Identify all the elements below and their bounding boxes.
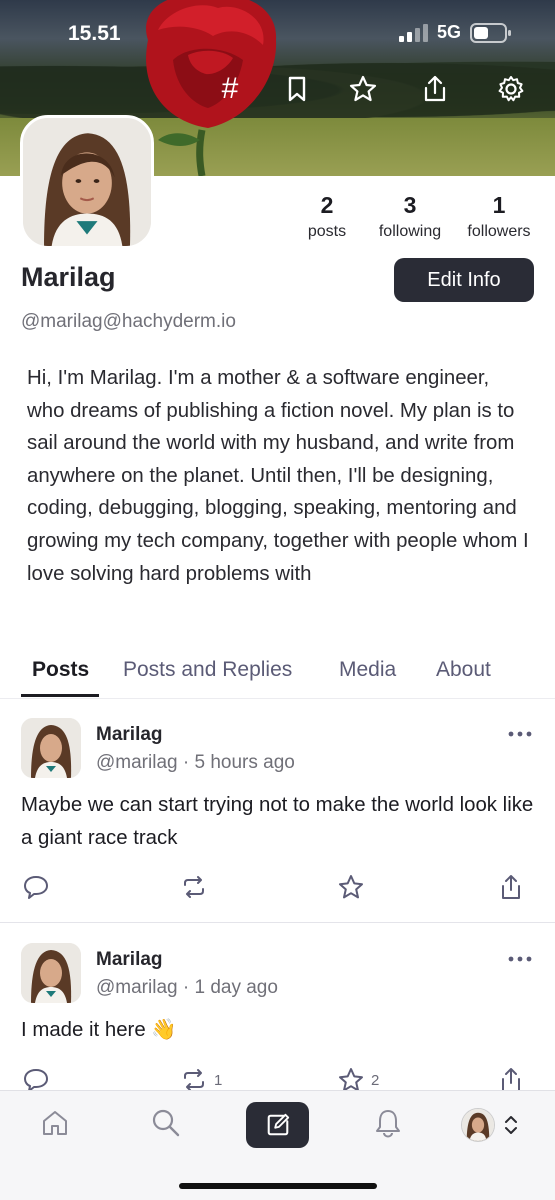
post-author-name[interactable]: Marilag: [96, 724, 163, 746]
following-count-label: following: [378, 223, 442, 240]
chevron-up-down-icon[interactable]: [503, 1113, 519, 1137]
favourite-count: 2: [371, 1071, 380, 1089]
tab-posts[interactable]: Posts: [32, 658, 89, 682]
share-icon: [502, 875, 520, 899]
home-indicator: [179, 1183, 377, 1189]
followers-count-label: followers: [467, 223, 531, 240]
star-icon: [339, 875, 363, 899]
tab-posts-and-replies[interactable]: Posts and Replies: [123, 658, 292, 682]
status-time: 15.51: [68, 22, 121, 45]
post-avatar[interactable]: [21, 943, 81, 1003]
posts-count-label: posts: [307, 223, 347, 240]
tab-media[interactable]: Media: [339, 658, 396, 682]
profile-tabs: Posts Posts and Replies Media About: [0, 648, 555, 700]
post-author-name[interactable]: Marilag: [96, 949, 163, 971]
post-meta: @marilag · 1 day ago: [96, 977, 278, 998]
post-avatar[interactable]: [21, 718, 81, 778]
profile-avatar[interactable]: [20, 115, 154, 249]
display-name: Marilag: [21, 262, 116, 292]
following-count[interactable]: 3 following: [372, 192, 448, 241]
post-content: Maybe we can start trying not to make th…: [21, 794, 534, 849]
more-options-icon[interactable]: [505, 724, 535, 744]
header-actions: #: [0, 74, 555, 108]
bookmark-icon[interactable]: [282, 74, 312, 104]
account-handle: @marilag@hachyderm.io: [21, 311, 236, 332]
avatar-photo: [23, 118, 151, 246]
favourite-button[interactable]: [337, 873, 371, 901]
account-avatar[interactable]: [461, 1108, 495, 1142]
compose-button[interactable]: [246, 1102, 309, 1148]
tab-about[interactable]: About: [436, 658, 491, 682]
boost-count: 1: [214, 1071, 223, 1089]
reply-button[interactable]: [22, 873, 50, 901]
star-icon[interactable]: [348, 74, 378, 104]
profile-bio: Hi, I'm Marilag. I'm a mother & a softwa…: [27, 367, 529, 585]
gear-icon[interactable]: [496, 74, 526, 104]
post-content: I made it here 👋: [21, 1019, 177, 1041]
avatar-photo: [21, 718, 81, 778]
followers-count[interactable]: 1 followers: [460, 192, 538, 241]
active-tab-indicator: [21, 694, 99, 697]
boost-icon: [184, 876, 204, 898]
avatar-photo: [21, 943, 81, 1003]
more-options-icon[interactable]: [505, 949, 535, 969]
reply-icon: [24, 876, 48, 899]
avatar-photo: [462, 1109, 494, 1141]
posts-count-value: 2: [320, 192, 334, 218]
posts-count[interactable]: 2 posts: [298, 192, 356, 241]
home-icon[interactable]: [39, 1107, 71, 1144]
status-bar: 15.51 5G: [0, 0, 555, 66]
search-icon[interactable]: [150, 1107, 182, 1144]
post-meta: @marilag · 5 hours ago: [96, 752, 295, 773]
edit-info-button[interactable]: Edit Info: [394, 258, 534, 302]
share-button[interactable]: [497, 873, 525, 901]
followers-count-value: 1: [492, 192, 506, 218]
share-icon[interactable]: [420, 74, 450, 104]
compose-icon: [267, 1113, 289, 1136]
cellular-signal-icon: [399, 24, 428, 42]
following-count-value: 3: [403, 192, 417, 218]
tab-divider: [0, 698, 555, 699]
network-type: 5G: [437, 22, 462, 42]
notifications-bell-icon[interactable]: [372, 1107, 404, 1144]
battery-icon: [470, 23, 511, 43]
hashtag-icon[interactable]: #: [215, 74, 245, 104]
boost-button[interactable]: [180, 873, 214, 901]
post-separator: [0, 922, 555, 923]
